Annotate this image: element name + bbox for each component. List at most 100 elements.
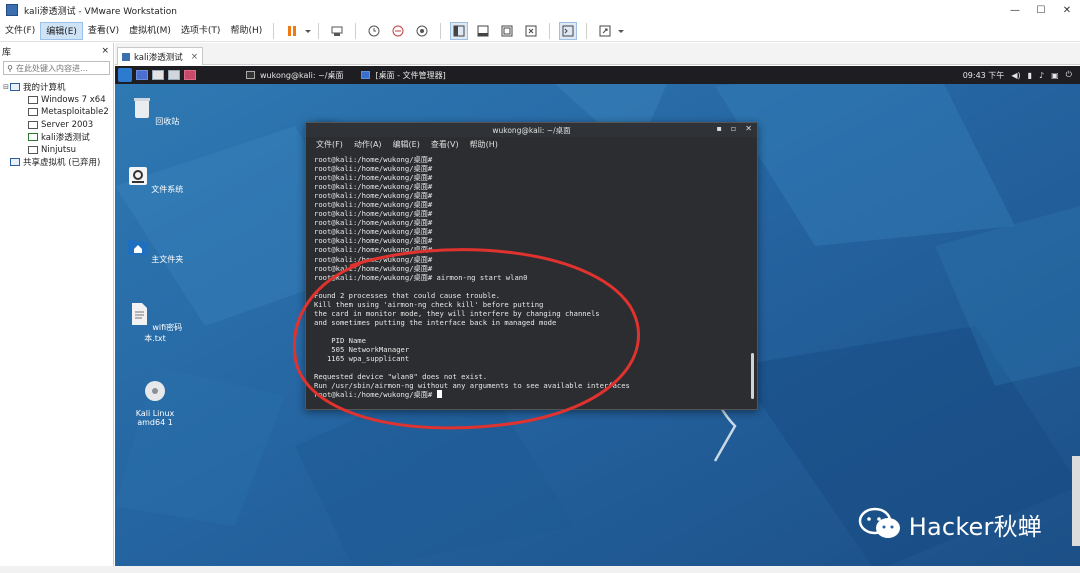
unity-icon[interactable] bbox=[522, 22, 540, 40]
close-icon[interactable]: ✕ bbox=[745, 124, 752, 133]
power-icon[interactable]: ⏻ bbox=[1066, 70, 1072, 80]
terminal-menu-edit[interactable]: 编辑(E) bbox=[393, 139, 420, 150]
taskbar-terminal[interactable]: wukong@kali: ~/桌面 bbox=[246, 70, 343, 81]
revert-snapshot-icon[interactable] bbox=[389, 22, 407, 40]
terminal-menu-actions[interactable]: 动作(A) bbox=[354, 139, 382, 150]
snapshot-manager-icon[interactable] bbox=[413, 22, 431, 40]
minimize-icon[interactable]: ▪ bbox=[716, 124, 721, 133]
desktop-icon-label: 主文件夹 bbox=[151, 255, 184, 264]
toolbar-separator bbox=[355, 22, 357, 39]
menu-tabs[interactable]: 选项卡(T) bbox=[176, 22, 226, 40]
kali-menu-icon[interactable] bbox=[118, 68, 132, 82]
menu-help[interactable]: 帮助(H) bbox=[225, 22, 267, 40]
terminal-menu-view[interactable]: 查看(V) bbox=[431, 139, 459, 150]
guest-scrollbar[interactable] bbox=[1072, 456, 1080, 546]
tree-item-shared-vms[interactable]: 共享虚拟机 (已弃用) bbox=[0, 156, 113, 169]
taskbar-file-manager[interactable]: [桌面 - 文件管理器] bbox=[361, 70, 446, 81]
tree-item-my-computer[interactable]: ⊟ 我的计算机 bbox=[0, 81, 113, 94]
terminal-prompt-line: root@kali:/home/wukong/桌面# bbox=[314, 236, 433, 246]
menu-edit[interactable]: 编辑(E) bbox=[40, 21, 83, 40]
guest-screen[interactable]: wukong@kali: ~/桌面 [桌面 - 文件管理器] 09:43 下午 … bbox=[115, 66, 1080, 571]
terminal-prompt-line: root@kali:/home/wukong/桌面# bbox=[314, 209, 433, 219]
drive-icon bbox=[128, 167, 147, 185]
library-pane: 库 × ⚲ 在此处键入内容进… ⊟ 我的计算机 Windows 7 x64 Me… bbox=[0, 43, 114, 573]
menu-view[interactable]: 查看(V) bbox=[83, 22, 124, 40]
terminal-prompt-line: root@kali:/home/wukong/桌面# bbox=[314, 227, 433, 237]
tree-item-vm[interactable]: Windows 7 x64 bbox=[0, 94, 113, 107]
full-screen-icon[interactable] bbox=[498, 22, 516, 40]
vm-running-icon bbox=[28, 133, 38, 142]
desktop-icon-wifi-txt[interactable]: wifi密码本.txt bbox=[120, 302, 190, 344]
tree-item-vm[interactable]: Server 2003 bbox=[0, 119, 113, 132]
console-view-icon[interactable] bbox=[559, 21, 578, 40]
watermark-text: Hacker秋蝉 bbox=[908, 512, 1042, 541]
terminal-output-line: and sometimes putting the interface back… bbox=[314, 317, 557, 327]
maximize-icon[interactable]: ▫ bbox=[731, 124, 736, 133]
notification-icon[interactable]: ♪ bbox=[1039, 71, 1044, 80]
terminal-window[interactable]: wukong@kali: ~/桌面 ▪ ▫ ✕ 文件(F) 动作(A) 编辑(E… bbox=[305, 122, 758, 410]
clock[interactable]: 09:43 下午 bbox=[963, 70, 1005, 81]
dropdown-arrow-icon[interactable] bbox=[304, 22, 312, 40]
terminal-prompt-line: root@kali:/home/wukong/桌面# bbox=[314, 218, 433, 228]
tree-item-label: Metasploitable2 bbox=[41, 107, 109, 118]
vm-icon bbox=[28, 120, 38, 129]
terminal-output-line: Run /usr/sbin/airmon-ng without any argu… bbox=[314, 381, 630, 391]
close-button[interactable]: ✕ bbox=[1054, 0, 1080, 20]
workspace-icon[interactable] bbox=[184, 70, 196, 80]
wechat-logo-icon bbox=[858, 507, 900, 538]
minimize-button[interactable]: — bbox=[1002, 0, 1028, 20]
terminal-icon bbox=[246, 71, 255, 79]
thumbnail-bar-icon[interactable] bbox=[474, 22, 492, 40]
library-header: 库 × bbox=[0, 43, 113, 59]
snapshot-icon[interactable] bbox=[365, 22, 383, 40]
tree-item-label: kali渗透测试 bbox=[41, 133, 90, 144]
tree-item-vm[interactable]: Ninjutsu bbox=[0, 144, 113, 157]
tree-item-label: 我的计算机 bbox=[23, 83, 66, 94]
desktop-icon-trash[interactable]: 回收站 bbox=[120, 96, 190, 127]
terminal-menu-help[interactable]: 帮助(H) bbox=[470, 139, 498, 150]
stretch-guest-icon[interactable] bbox=[596, 22, 614, 40]
dropdown-arrow-icon[interactable] bbox=[617, 22, 625, 40]
toolbar-separator bbox=[318, 22, 320, 39]
menu-vm[interactable]: 虚拟机(M) bbox=[124, 22, 176, 40]
terminal-menu-file[interactable]: 文件(F) bbox=[316, 139, 343, 150]
library-search-input[interactable]: ⚲ 在此处键入内容进… bbox=[3, 61, 110, 75]
optical-disc-icon bbox=[145, 381, 165, 401]
network-icon[interactable]: ▮ bbox=[1028, 71, 1032, 80]
library-close-button[interactable]: × bbox=[101, 46, 109, 56]
desktop-icon-kali-disc[interactable]: Kali Linux amd64 1 bbox=[120, 370, 190, 427]
workspace-icon[interactable] bbox=[152, 70, 164, 80]
pause-icon[interactable] bbox=[283, 22, 301, 40]
text-file-icon bbox=[131, 303, 147, 325]
terminal-output-line: Found 2 processes that could cause troub… bbox=[314, 290, 501, 300]
desktop-icon-filesystem[interactable]: 文件系统 bbox=[120, 164, 190, 195]
desktop-icon-home[interactable]: 主文件夹 bbox=[120, 234, 190, 265]
terminal-prompt-line: root@kali:/home/wukong/桌面# bbox=[314, 263, 433, 273]
workspace-icon[interactable] bbox=[136, 70, 148, 80]
volume-icon[interactable]: ◀) bbox=[1011, 71, 1020, 80]
desktop-icon-label: wifi密码本.txt bbox=[144, 323, 183, 343]
vm-tab-icon bbox=[122, 52, 130, 61]
menu-toolbar: 文件(F) 编辑(E) 查看(V) 虚拟机(M) 选项卡(T) 帮助(H) bbox=[0, 20, 1080, 42]
tab-close-button[interactable]: × bbox=[191, 52, 198, 62]
terminal-output[interactable]: root@kali:/home/wukong/桌面# root@kali:/hom… bbox=[314, 155, 744, 405]
tree-item-vm[interactable]: kali渗透测试 bbox=[0, 131, 113, 144]
tab-kali[interactable]: kali渗透测试 × bbox=[117, 47, 203, 65]
show-library-icon[interactable] bbox=[450, 21, 469, 40]
send-ctrl-alt-del-icon[interactable] bbox=[328, 22, 346, 40]
terminal-titlebar[interactable]: wukong@kali: ~/桌面 ▪ ▫ ✕ bbox=[306, 123, 757, 137]
tree-item-vm[interactable]: Metasploitable2 bbox=[0, 106, 113, 119]
terminal-prompt-line: root@kali:/home/wukong/桌面# bbox=[314, 390, 744, 399]
trash-icon bbox=[133, 98, 150, 118]
terminal-scrollbar[interactable] bbox=[751, 353, 754, 399]
lock-icon[interactable]: ▣ bbox=[1051, 71, 1059, 80]
tree-item-label: Ninjutsu bbox=[41, 144, 77, 155]
workspace-icon[interactable] bbox=[168, 70, 180, 80]
maximize-button[interactable]: ☐ bbox=[1028, 0, 1054, 20]
collapse-icon[interactable]: ⊟ bbox=[2, 83, 10, 91]
taskbar-label: [桌面 - 文件管理器] bbox=[375, 70, 446, 80]
menu-file[interactable]: 文件(F) bbox=[0, 22, 40, 40]
folder-icon bbox=[361, 71, 371, 79]
